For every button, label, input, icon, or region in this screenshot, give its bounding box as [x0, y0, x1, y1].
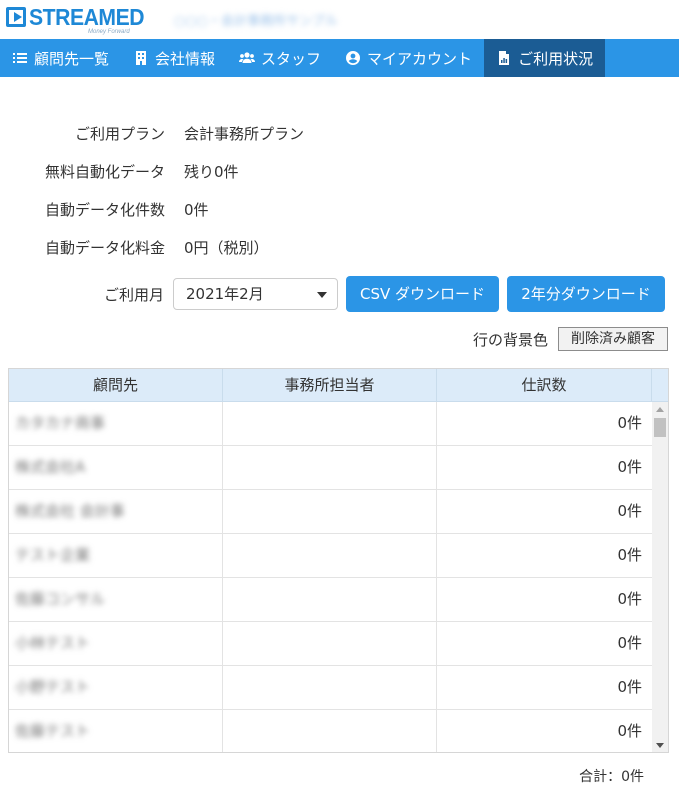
nav-label: 会社情報	[155, 49, 216, 68]
cell-client: カタカナ商事	[9, 402, 223, 445]
caret-down-icon	[317, 292, 327, 298]
users-icon	[239, 50, 256, 66]
cell-staff	[223, 666, 437, 709]
cell-entry-count: 0件	[617, 634, 642, 652]
cell-entry-count: 0件	[617, 502, 642, 520]
two-year-download-button[interactable]: 2年分ダウンロード	[507, 276, 665, 312]
client-name: カタカナ商事	[15, 414, 106, 432]
cell-entry-count: 0件	[617, 458, 642, 476]
free-data-value: 残り0件	[184, 163, 239, 181]
month-select-value: 2021年2月	[186, 285, 264, 303]
plan-label: ご利用プラン	[74, 125, 165, 143]
nav-staff[interactable]: スタッフ	[227, 39, 333, 77]
table-scrollbar[interactable]	[652, 402, 668, 752]
cell-client: テスト企業	[9, 534, 223, 577]
cell-staff	[223, 622, 437, 665]
main-nav: 顧問先一覧 会社情報 スタッフ マイアカウント ご利用状況	[0, 39, 679, 77]
cell-entry-count: 0件	[617, 590, 642, 608]
list-icon	[12, 50, 28, 66]
header-client[interactable]: 顧問先	[9, 369, 223, 402]
scroll-up-icon[interactable]	[656, 407, 664, 412]
nav-my-account[interactable]: マイアカウント	[333, 39, 484, 77]
firm-name: ○○○・会計事務所サンプル	[174, 14, 338, 29]
auto-fee-value: 0円（税別）	[184, 239, 269, 257]
free-data-label: 無料自動化データ	[44, 163, 165, 181]
client-name: テスト企業	[15, 546, 91, 564]
nav-company-info[interactable]: 会社情報	[121, 39, 227, 77]
header-staff[interactable]: 事務所担当者	[223, 369, 437, 402]
cell-client: 株式会社A	[9, 446, 223, 489]
cell-client: 佐藤テスト	[9, 710, 223, 752]
app-header: STREAMED Money Forward ○○○・会計事務所サンプル	[0, 0, 679, 39]
plan-value: 会計事務所プラン	[184, 125, 305, 143]
nav-label: マイアカウント	[367, 49, 473, 68]
nav-label: スタッフ	[261, 49, 322, 68]
cell-entry-count: 0件	[617, 414, 642, 432]
table-row[interactable]: 佐藤コンサル 0件	[9, 578, 652, 622]
cell-entry-count: 0件	[617, 546, 642, 564]
nav-label: 顧問先一覧	[34, 49, 110, 68]
table-row[interactable]: テスト企業 0件	[9, 534, 652, 578]
cell-staff	[223, 534, 437, 577]
table-row[interactable]: 小林テスト 0件	[9, 622, 652, 666]
total-count: 合計：0件	[579, 769, 644, 785]
usage-table: 顧問先 事務所担当者 仕訳数 カタカナ商事 0件 株式会社A 0件 株式会社 会…	[8, 368, 669, 753]
client-name: 佐藤テスト	[15, 722, 91, 740]
cell-staff	[223, 578, 437, 621]
header-scroll-spacer	[652, 369, 668, 402]
month-select[interactable]: 2021年2月	[173, 278, 338, 310]
nav-label: ご利用状況	[518, 49, 594, 68]
deleted-client-legend: 削除済み顧客	[558, 327, 668, 351]
csv-download-button[interactable]: CSV ダウンロード	[346, 276, 499, 312]
table-row[interactable]: 小野テスト 0件	[9, 666, 652, 710]
nav-client-list[interactable]: 顧問先一覧	[0, 39, 121, 77]
cell-client: 小林テスト	[9, 622, 223, 665]
table-header: 顧問先 事務所担当者 仕訳数	[9, 369, 668, 402]
auto-count-label: 自動データ化件数	[44, 201, 165, 219]
building-icon	[133, 50, 149, 66]
client-name: 株式会社A	[15, 458, 86, 476]
logo-text: STREAMED	[29, 4, 145, 30]
table-row[interactable]: 佐藤テスト 0件	[9, 710, 652, 752]
cell-client: 佐藤コンサル	[9, 578, 223, 621]
cell-staff	[223, 490, 437, 533]
file-chart-icon	[496, 50, 512, 66]
logo-subtext: Money Forward	[88, 29, 130, 35]
cell-staff	[223, 710, 437, 752]
cell-entry-count: 0件	[617, 678, 642, 696]
cell-entry-count: 0件	[617, 722, 642, 740]
auto-fee-label: 自動データ化料金	[44, 239, 165, 257]
auto-count-value: 0件	[184, 201, 209, 219]
scroll-down-icon[interactable]	[656, 743, 664, 748]
cell-staff	[223, 402, 437, 445]
cell-client: 小野テスト	[9, 666, 223, 709]
row-bg-color-label: 行の背景色	[473, 331, 549, 349]
client-name: 株式会社 会計事	[15, 502, 125, 520]
nav-usage-status[interactable]: ご利用状況	[484, 39, 606, 77]
cell-client: 株式会社 会計事	[9, 490, 223, 533]
user-circle-icon	[345, 50, 361, 66]
table-row[interactable]: 株式会社A 0件	[9, 446, 652, 490]
table-body: カタカナ商事 0件 株式会社A 0件 株式会社 会計事 0件 テスト企業 0件 …	[9, 402, 652, 752]
scroll-thumb[interactable]	[654, 418, 666, 437]
streamed-logo[interactable]: STREAMED Money Forward	[6, 4, 145, 36]
month-label: ご利用月	[103, 286, 164, 304]
client-name: 佐藤コンサル	[15, 590, 106, 608]
client-name: 小林テスト	[15, 634, 91, 652]
logo-mark-icon	[6, 7, 26, 27]
header-entry-count[interactable]: 仕訳数	[437, 369, 652, 402]
client-name: 小野テスト	[15, 678, 91, 696]
cell-staff	[223, 446, 437, 489]
table-row[interactable]: カタカナ商事 0件	[9, 402, 652, 446]
table-row[interactable]: 株式会社 会計事 0件	[9, 490, 652, 534]
